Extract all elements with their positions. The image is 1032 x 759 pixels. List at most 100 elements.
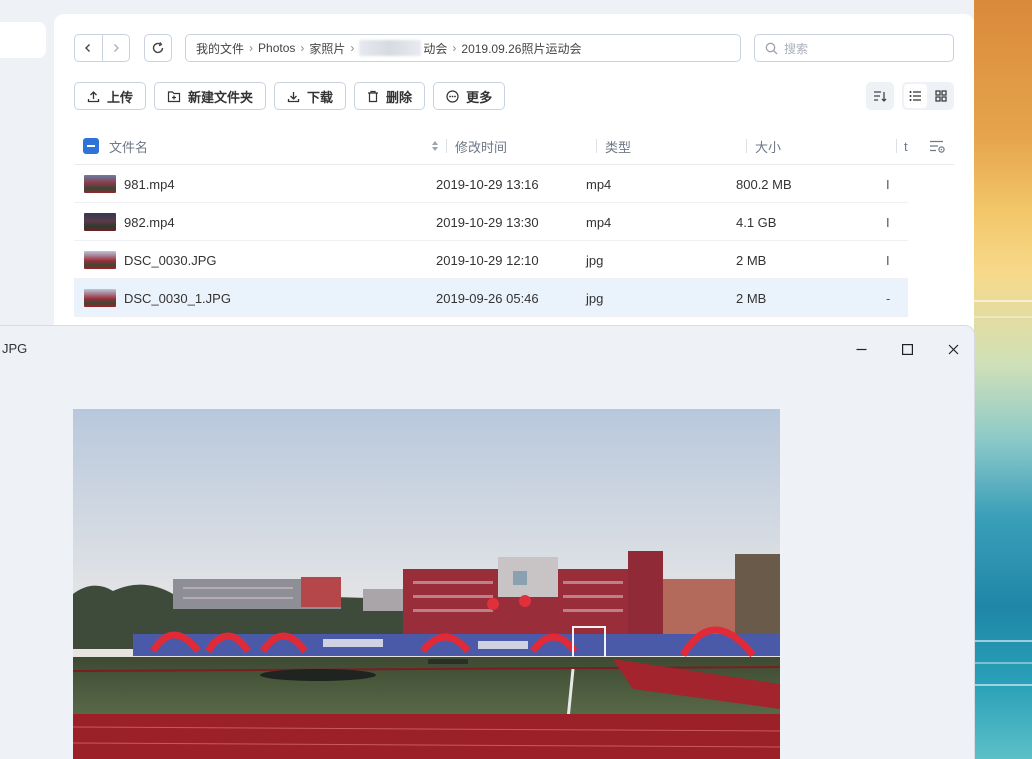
sort-button[interactable] — [866, 82, 894, 110]
refresh-icon — [152, 42, 164, 54]
column-divider[interactable] — [596, 139, 597, 153]
breadcrumb-item[interactable]: Photos — [258, 41, 295, 55]
column-divider[interactable] — [446, 139, 447, 153]
sports-meet-photo — [73, 409, 780, 759]
column-divider[interactable] — [746, 139, 747, 153]
upload-icon — [87, 90, 100, 102]
trash-icon — [368, 90, 379, 102]
new-folder-button[interactable]: 新建文件夹 — [154, 82, 267, 110]
chevron-left-icon — [85, 44, 91, 52]
file-name[interactable]: DSC_0030_1.JPG — [124, 279, 231, 317]
file-modified: 2019-10-29 12:10 — [436, 252, 539, 268]
column-settings-icon — [930, 140, 945, 153]
viewer-title: JPG — [2, 341, 28, 356]
download-label: 下载 — [307, 89, 334, 105]
grid-view-button[interactable] — [929, 84, 952, 108]
new-folder-icon — [167, 90, 181, 102]
upload-button[interactable]: 上传 — [74, 82, 147, 110]
file-manager-window: 我的文件 › Photos › 家照片 › 动会 › 2019.09.26照片运… — [54, 14, 974, 344]
file-size: 4.1 GB — [736, 214, 777, 230]
file-extra: I — [886, 252, 890, 268]
more-button[interactable]: 更多 — [433, 82, 506, 110]
search-placeholder: 搜索 — [784, 41, 809, 56]
chevron-right-icon — [113, 44, 119, 52]
more-label: 更多 — [466, 89, 493, 105]
view-toggle — [902, 82, 954, 110]
maximize-icon — [901, 343, 913, 355]
file-thumbnail — [84, 165, 116, 203]
download-icon — [287, 91, 300, 102]
toolbar: 上传 新建文件夹 下载 删除 更多 — [74, 82, 506, 110]
download-button[interactable]: 下载 — [274, 82, 347, 110]
list-view-button[interactable] — [904, 84, 927, 108]
back-button[interactable] — [75, 35, 102, 61]
file-modified: 2019-10-29 13:30 — [436, 214, 539, 230]
file-type: mp4 — [586, 176, 612, 192]
minimize-button[interactable] — [849, 338, 873, 360]
delete-label: 删除 — [386, 89, 413, 105]
file-modified: 2019-10-29 13:16 — [436, 176, 539, 192]
sidebar-fragment[interactable] — [0, 22, 46, 58]
sort-arrows-icon[interactable] — [431, 127, 439, 165]
column-divider[interactable] — [896, 139, 897, 153]
table-row[interactable]: 981.mp4 2019-10-29 13:16 mp4 800.2 MB I — [74, 165, 908, 203]
file-thumbnail — [84, 203, 116, 241]
upload-label: 上传 — [107, 89, 134, 105]
breadcrumb-item[interactable]: 家照片 — [309, 40, 345, 57]
close-button[interactable] — [941, 338, 965, 360]
file-thumbnail — [84, 241, 116, 279]
file-thumbnail — [84, 279, 116, 317]
column-header-size[interactable]: 大小 — [755, 127, 781, 165]
file-size: 800.2 MB — [736, 176, 792, 192]
column-header-modified[interactable]: 修改时间 — [455, 127, 507, 165]
delete-button[interactable]: 删除 — [354, 82, 426, 110]
file-extra: I — [886, 214, 890, 230]
new-folder-label: 新建文件夹 — [188, 89, 254, 105]
file-size: 2 MB — [736, 290, 767, 306]
file-name[interactable]: 981.mp4 — [124, 165, 175, 203]
more-icon — [446, 89, 459, 103]
minimize-icon — [856, 348, 866, 350]
column-settings-button[interactable] — [929, 127, 946, 165]
file-modified: 2019-09-26 05:46 — [436, 290, 539, 306]
list-view-icon — [909, 91, 921, 101]
file-name[interactable]: 982.mp4 — [124, 203, 175, 241]
select-all-checkbox[interactable] — [83, 127, 99, 165]
history-nav — [74, 34, 130, 62]
breadcrumb-item[interactable]: 我的文件 — [196, 40, 244, 57]
maximize-button[interactable] — [895, 338, 919, 360]
file-type: jpg — [586, 290, 604, 306]
table-row[interactable]: DSC_0030.JPG 2019-10-29 12:10 jpg 2 MB I — [74, 241, 908, 279]
search-icon — [765, 42, 778, 54]
file-type: mp4 — [586, 214, 612, 230]
file-extra: I — [886, 176, 890, 192]
file-extra: - — [886, 290, 891, 306]
breadcrumb-separator-icon: › — [300, 41, 305, 55]
file-name[interactable]: DSC_0030.JPG — [124, 241, 217, 279]
column-header-type[interactable]: 类型 — [605, 127, 631, 165]
breadcrumb-current[interactable]: 2019.09.26照片运动会 — [461, 40, 581, 57]
breadcrumb: 我的文件 › Photos › 家照片 › 动会 › 2019.09.26照片运… — [185, 34, 741, 62]
table-header: 文件名 修改时间 类型 大小 t — [74, 127, 954, 165]
desktop-wallpaper — [974, 0, 1032, 759]
table-row[interactable]: DSC_0030_1.JPG 2019-09-26 05:46 jpg 2 MB… — [74, 279, 908, 317]
breadcrumb-separator-icon: › — [452, 41, 457, 55]
column-header-name[interactable]: 文件名 — [109, 127, 148, 165]
sort-icon — [874, 90, 887, 102]
grid-view-icon — [934, 90, 947, 102]
photo-preview[interactable] — [73, 409, 780, 759]
close-icon — [948, 344, 958, 354]
image-viewer-window: JPG — [0, 325, 975, 759]
refresh-button[interactable] — [144, 34, 172, 62]
file-size: 2 MB — [736, 252, 767, 268]
table-body: 981.mp4 2019-10-29 13:16 mp4 800.2 MB I … — [74, 165, 954, 317]
file-type: jpg — [586, 252, 604, 268]
search-input[interactable]: 搜索 — [754, 34, 954, 62]
forward-button[interactable] — [101, 35, 129, 61]
column-header-extra[interactable]: t — [904, 127, 910, 165]
file-table: 文件名 修改时间 类型 大小 t 981.mp4 2019-10-29 13:1… — [74, 127, 954, 317]
breadcrumb-item[interactable]: 动会 — [423, 40, 447, 57]
table-row[interactable]: 982.mp4 2019-10-29 13:30 mp4 4.1 GB I — [74, 203, 908, 241]
breadcrumb-separator-icon: › — [249, 41, 254, 55]
breadcrumb-separator-icon: › — [350, 41, 355, 55]
